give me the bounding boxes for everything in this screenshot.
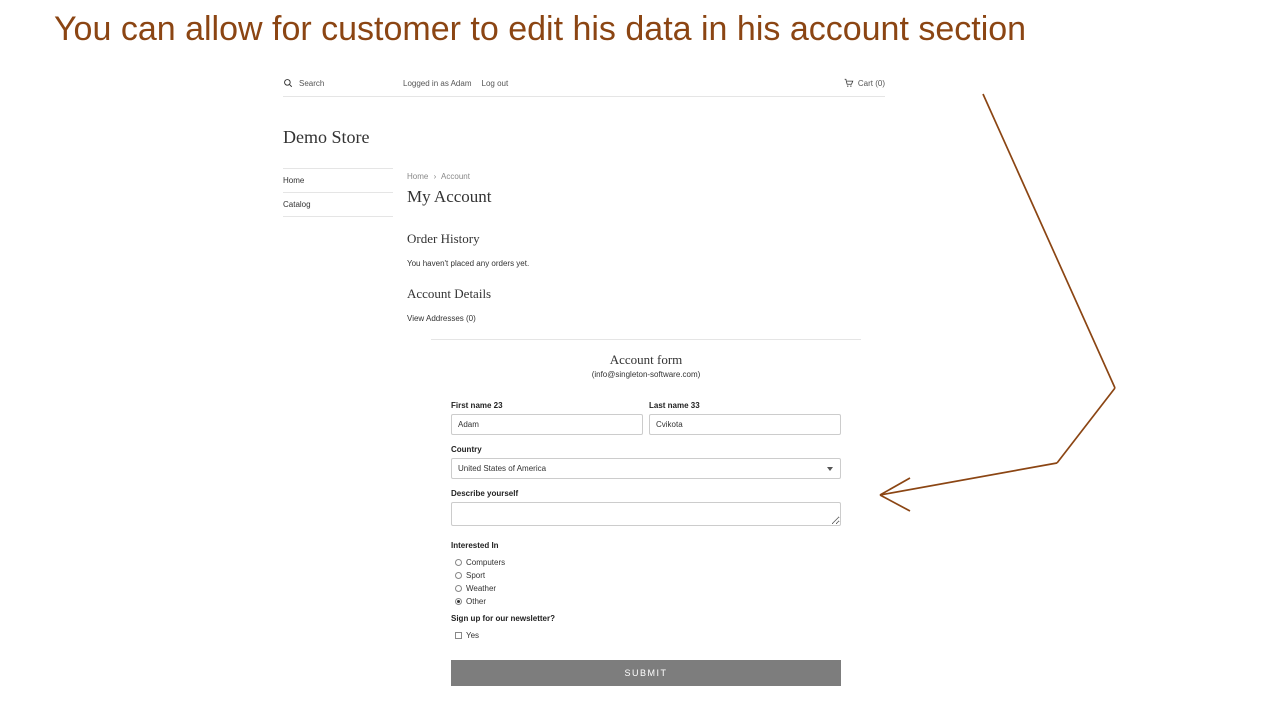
search-icon [283,78,293,88]
sidebar-item-home[interactable]: Home [283,168,393,193]
page-title: My Account [407,187,885,207]
newsletter-label: Sign up for our newsletter? [451,614,841,623]
radio-sport[interactable]: Sport [455,569,841,582]
content: Home › Account My Account Order History … [407,168,885,686]
chevron-right-icon: › [431,172,440,181]
radio-icon [455,559,462,566]
cart-label: Cart (0) [858,79,885,88]
radio-icon [455,598,462,605]
radio-label: Other [466,597,486,606]
search-placeholder: Search [299,79,324,88]
interested-radio-group: Computers Sport Weather Other [451,554,841,614]
breadcrumb-current: Account [441,172,470,181]
sidebar: Home Catalog [283,168,393,686]
cart-icon [844,78,854,88]
form-subcaption: (info@singleton-software.com) [407,370,885,379]
describe-textarea[interactable] [451,502,841,526]
radio-icon [455,572,462,579]
account-details-heading: Account Details [407,286,885,302]
order-history-empty: You haven't placed any orders yet. [407,259,885,268]
sidebar-item-catalog[interactable]: Catalog [283,193,393,217]
radio-icon [455,585,462,592]
newsletter-group: Yes [451,627,841,648]
radio-computers[interactable]: Computers [455,556,841,569]
logged-in-label: Logged in as Adam [403,79,472,88]
form-title: Account form [407,352,885,368]
first-name-input[interactable] [451,414,643,435]
topbar: Search Logged in as Adam Log out Cart (0… [283,72,885,97]
submit-button[interactable]: SUBMIT [451,660,841,686]
describe-label: Describe yourself [451,489,841,498]
radio-weather[interactable]: Weather [455,582,841,595]
radio-label: Computers [466,558,505,567]
annotation-arrow [870,88,1130,518]
interested-label: Interested In [451,541,841,550]
breadcrumb: Home › Account [407,168,885,187]
store-title[interactable]: Demo Store [283,97,885,168]
radio-label: Weather [466,584,496,593]
view-addresses-link[interactable]: View Addresses (0) [407,314,885,323]
newsletter-yes[interactable]: Yes [455,629,841,642]
account-form: Account form (info@singleton-software.co… [407,352,885,686]
order-history-heading: Order History [407,231,885,247]
checkbox-icon [455,632,462,639]
first-name-label: First name 23 [451,401,643,410]
radio-other[interactable]: Other [455,595,841,608]
last-name-input[interactable] [649,414,841,435]
annotation-caption: You can allow for customer to edit his d… [54,10,1240,49]
cart-link[interactable]: Cart (0) [844,78,885,88]
divider [431,339,861,340]
checkbox-label: Yes [466,631,479,640]
last-name-label: Last name 33 [649,401,841,410]
radio-label: Sport [466,571,485,580]
breadcrumb-home[interactable]: Home [407,172,428,181]
country-select[interactable]: United States of America [451,458,841,479]
search-wrap[interactable]: Search [283,78,403,88]
logout-link[interactable]: Log out [482,79,509,88]
auth-block: Logged in as Adam Log out [403,79,508,88]
demo-store-frame: Search Logged in as Adam Log out Cart (0… [283,72,885,686]
country-label: Country [451,445,841,454]
